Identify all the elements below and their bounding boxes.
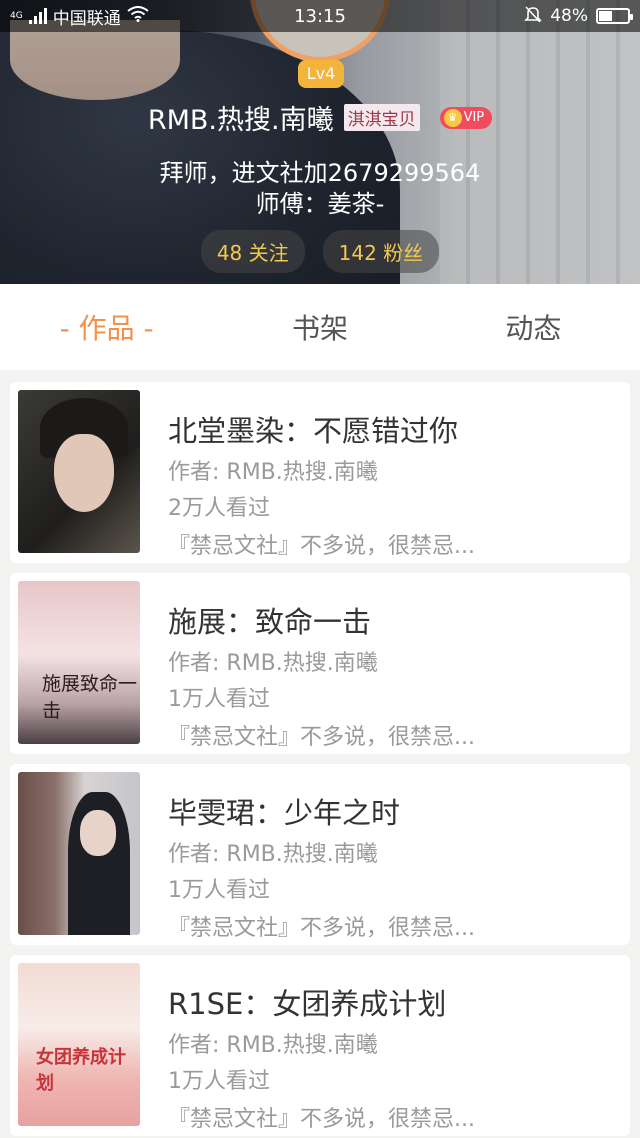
book-cover[interactable] bbox=[18, 772, 140, 935]
bio-line-1: 拜师，进文社加2679299564 bbox=[159, 159, 481, 187]
book-title[interactable]: 施展：致命一击 bbox=[168, 599, 371, 641]
book-views: 1万人看过 bbox=[168, 687, 270, 712]
status-time: 13:15 bbox=[294, 5, 346, 27]
book-card[interactable]: 女团养成计划 R1SE：女团养成计划 作者: RMB.热搜.南曦 1万人看过 『… bbox=[10, 955, 630, 1136]
profile-stats: 48 关注 142 粉丝 bbox=[0, 230, 640, 273]
tab-works[interactable]: - 作品 - bbox=[0, 307, 213, 347]
book-title[interactable]: 北堂墨染：不愿错过你 bbox=[168, 408, 458, 450]
tab-activity[interactable]: 动态 bbox=[427, 307, 640, 347]
book-author: 作者: RMB.热搜.南曦 bbox=[168, 651, 378, 676]
battery-fill bbox=[599, 11, 612, 21]
book-cover[interactable]: 施展致命一击 bbox=[18, 581, 140, 744]
battery-percent: 48% bbox=[550, 6, 588, 26]
vip-badge[interactable]: ♛ VIP bbox=[439, 106, 493, 129]
cover-art-face bbox=[80, 810, 116, 856]
username: RMB.热搜.南曦 bbox=[147, 105, 334, 136]
book-cover[interactable]: 女团养成计划 bbox=[18, 963, 140, 1126]
vip-label: VIP bbox=[463, 110, 485, 125]
book-card[interactable]: 施展致命一击 施展：致命一击 作者: RMB.热搜.南曦 1万人看过 『禁忌文社… bbox=[10, 573, 630, 754]
book-views: 1万人看过 bbox=[168, 878, 270, 903]
bio-line-2: 师傅：姜茶- bbox=[255, 190, 385, 218]
signal-icon bbox=[28, 8, 47, 24]
carrier-name: 中国联通 bbox=[52, 8, 121, 29]
book-author: 作者: RMB.热搜.南曦 bbox=[168, 1033, 378, 1058]
level-badge: Lv4 bbox=[298, 60, 344, 88]
book-author: 作者: RMB.热搜.南曦 bbox=[168, 460, 378, 485]
book-title[interactable]: R1SE：女团养成计划 bbox=[168, 981, 446, 1023]
cover-art-face bbox=[54, 434, 114, 512]
profile-tabs: - 作品 - 书架 动态 bbox=[0, 284, 640, 370]
status-bar-right: 48% bbox=[400, 5, 633, 28]
book-description: 『禁忌文社』不多说，很禁忌... bbox=[168, 916, 475, 941]
book-description: 『禁忌文社』不多说，很禁忌... bbox=[168, 725, 475, 750]
cover-title-art: 女团养成计划 bbox=[36, 1047, 126, 1094]
name-row: RMB.热搜.南曦 淇淇宝贝 ♛ VIP bbox=[0, 98, 640, 137]
book-views: 1万人看过 bbox=[168, 1069, 270, 1094]
book-cover[interactable] bbox=[18, 390, 140, 553]
battery-icon bbox=[596, 8, 633, 24]
cover-title-art: 施展致命一击 bbox=[42, 673, 138, 722]
following-count-button[interactable]: 48 关注 bbox=[200, 230, 305, 273]
wifi-icon bbox=[127, 5, 149, 27]
nickname-tag: 淇淇宝贝 bbox=[343, 104, 420, 131]
book-card[interactable]: 毕雯珺：少年之时 作者: RMB.热搜.南曦 1万人看过 『禁忌文社』不多说，很… bbox=[10, 764, 630, 945]
crown-icon: ♛ bbox=[443, 108, 462, 127]
book-description: 『禁忌文社』不多说，很禁忌... bbox=[168, 1107, 475, 1132]
book-card[interactable]: 北堂墨染：不愿错过你 作者: RMB.热搜.南曦 2万人看过 『禁忌文社』不多说… bbox=[10, 382, 630, 563]
book-author: 作者: RMB.热搜.南曦 bbox=[168, 842, 378, 867]
book-title[interactable]: 毕雯珺：少年之时 bbox=[168, 790, 400, 832]
mute-bell-icon bbox=[524, 5, 543, 28]
tab-bookshelf[interactable]: 书架 bbox=[213, 307, 426, 347]
book-views: 2万人看过 bbox=[168, 496, 270, 521]
status-bar: 4G 中国联通 13:15 48% bbox=[0, 0, 640, 32]
followers-count-button[interactable]: 142 粉丝 bbox=[322, 230, 440, 273]
network-type: 4G bbox=[10, 10, 23, 21]
book-description: 『禁忌文社』不多说，很禁忌... bbox=[168, 534, 475, 559]
status-bar-left: 4G 中国联通 bbox=[10, 4, 240, 29]
